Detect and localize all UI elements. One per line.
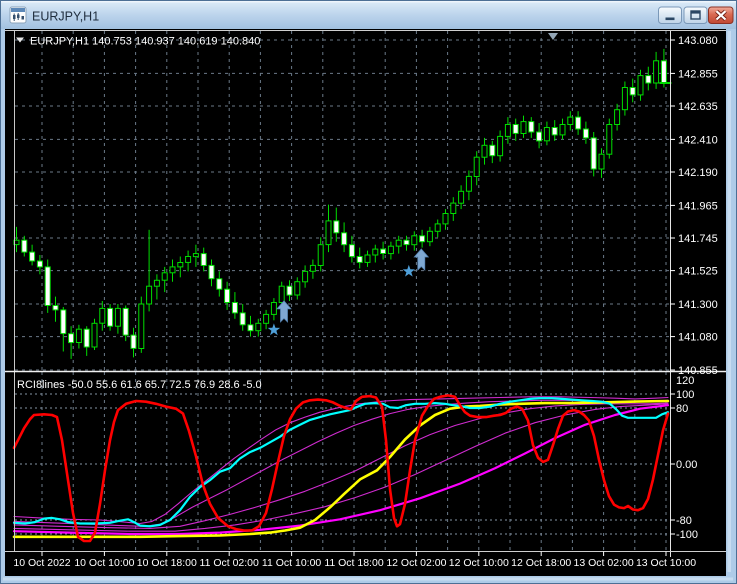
price-chart-area[interactable] xyxy=(15,31,670,371)
title-bar[interactable] xyxy=(1,1,736,29)
bottom-border-highlight xyxy=(3,577,733,581)
time-scale-area[interactable] xyxy=(5,552,726,575)
maximize-button[interactable] xyxy=(683,6,708,24)
indicator-chart-area[interactable] xyxy=(15,372,670,551)
window-icon[interactable] xyxy=(9,6,27,24)
chart-window: EURJPY,H1 EURJPY,H1 140.753 140.937 14 xyxy=(0,0,737,584)
window-title: EURJPY,H1 xyxy=(32,10,99,24)
minimize-button[interactable] xyxy=(658,6,682,24)
title-bar-highlight xyxy=(1,1,736,3)
close-button[interactable] xyxy=(708,6,734,24)
minimize-icon xyxy=(665,17,675,21)
price-scale-area[interactable] xyxy=(671,31,726,551)
right-border-highlight xyxy=(727,31,731,572)
